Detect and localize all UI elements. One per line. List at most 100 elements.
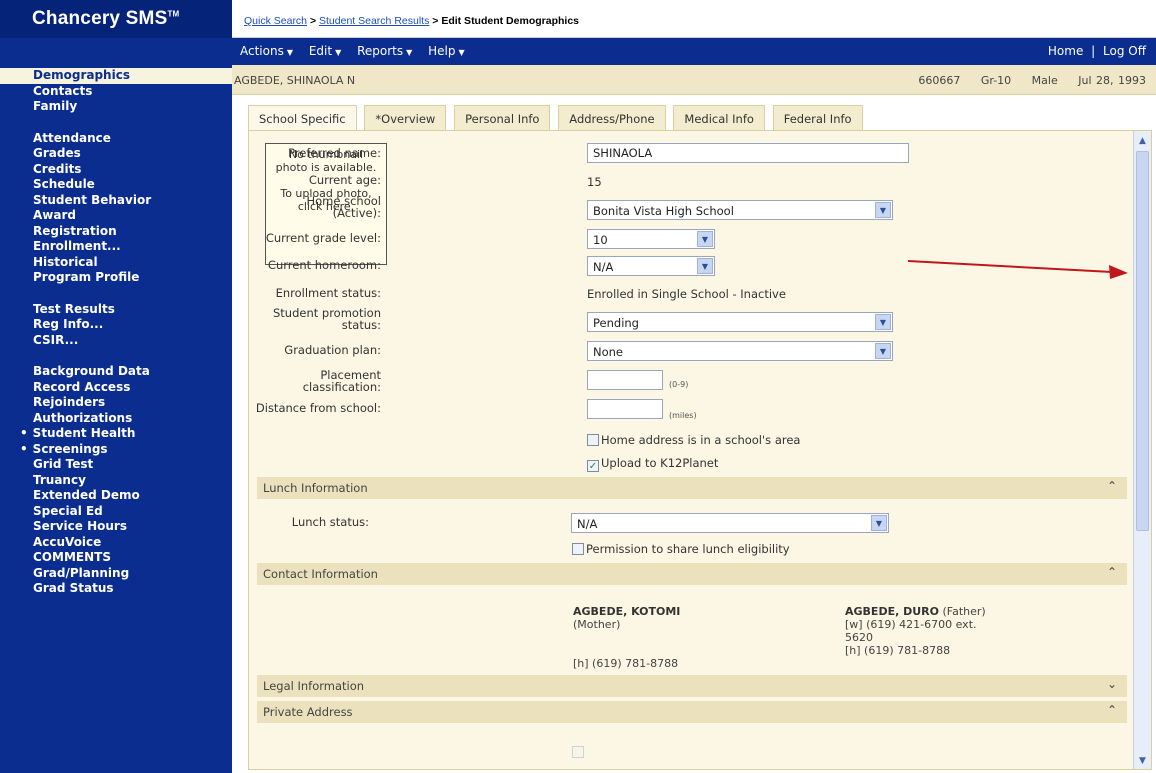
homeroom-select[interactable]: N/A ▼	[587, 256, 715, 276]
sidebar-item-service-hours[interactable]: Service Hours	[0, 519, 232, 535]
sidebar-item-student-health[interactable]: Student Health	[0, 426, 232, 442]
sidebar-item-special-ed[interactable]: Special Ed	[0, 504, 232, 520]
sidebar-item-demographics[interactable]: Demographics	[0, 68, 232, 84]
tab-strip: School Specific *Overview Personal Info …	[248, 105, 867, 131]
current-age-label: Current age:	[308, 173, 381, 187]
tab-federal-info[interactable]: Federal Info	[772, 105, 863, 131]
sidebar-item-csir[interactable]: CSIR...	[0, 333, 232, 349]
sidebar-item-historical[interactable]: Historical	[0, 255, 232, 271]
breadcrumb-student-search-results[interactable]: Student Search Results	[319, 15, 429, 27]
vertical-scrollbar[interactable]: ▲ ▼	[1133, 131, 1151, 769]
student-id: 660667	[918, 74, 961, 87]
log-off-link[interactable]: Log Off	[1103, 44, 1146, 58]
main-content: School Specific *Overview Personal Info …	[232, 95, 1156, 773]
expand-icon[interactable]: ⌄	[1107, 677, 1117, 691]
student-grade: Gr-10	[980, 74, 1012, 87]
lunch-section-header[interactable]: Lunch Information ⌃	[257, 477, 1127, 499]
tab-personal-info[interactable]: Personal Info	[454, 105, 551, 131]
k12planet-checkbox[interactable]: ✓ Upload to K12Planet	[587, 456, 718, 472]
placement-hint: (0-9)	[669, 380, 689, 389]
sidebar-item-schedule[interactable]: Schedule	[0, 177, 232, 193]
sidebar-item-comments[interactable]: COMMENTS	[0, 550, 232, 566]
scroll-down-icon[interactable]: ▼	[1136, 755, 1149, 767]
lunch-status-select[interactable]: N/A ▼	[571, 513, 889, 533]
contact-name: AGBEDE, DURO	[845, 605, 939, 618]
partial-checkbox[interactable]	[572, 745, 586, 759]
sidebar-item-attendance[interactable]: Attendance	[0, 131, 232, 147]
tab-address-phone[interactable]: Address/Phone	[558, 105, 666, 131]
menu-bar: Actions ▼ Edit ▼ Reports ▼ Help ▼ Home | Log…	[232, 38, 1156, 65]
current-age-value: 15	[587, 175, 602, 189]
contact-section-header[interactable]: Contact Information ⌃	[257, 563, 1127, 585]
grade-level-select[interactable]: 10 ▼	[587, 229, 715, 249]
sidebar-item-truancy[interactable]: Truancy	[0, 473, 232, 489]
sidebar-item-test-results[interactable]: Test Results	[0, 302, 232, 318]
breadcrumb-quick-search[interactable]: Quick Search	[244, 15, 307, 27]
breadcrumb: Quick Search > Student Search Results > …	[244, 15, 579, 27]
reports-menu[interactable]: Reports ▼	[357, 44, 412, 58]
chevron-down-icon: ▼	[875, 314, 891, 330]
sidebar-item-record-access[interactable]: Record Access	[0, 380, 232, 396]
checkmark-icon: ✓	[587, 460, 599, 472]
tab-overview[interactable]: *Overview	[364, 105, 447, 131]
sidebar-item-registration[interactable]: Registration	[0, 224, 232, 240]
sidebar-nav: Chancery SMSTM Demographics Contacts Famil…	[0, 0, 232, 773]
actions-menu[interactable]: Actions ▼	[240, 44, 293, 58]
sidebar-item-credits[interactable]: Credits	[0, 162, 232, 178]
sidebar-item-extended-demo[interactable]: Extended Demo	[0, 488, 232, 504]
share-lunch-checkbox[interactable]: Permission to share lunch eligibility	[572, 542, 790, 556]
edit-menu[interactable]: Edit ▼	[309, 44, 341, 58]
private-address-section-header[interactable]: Private Address ⌃	[257, 701, 1127, 723]
enrollment-status-value: Enrolled in Single School - Inactive	[587, 287, 786, 301]
sidebar-item-award[interactable]: Award	[0, 208, 232, 224]
legal-section-header[interactable]: Legal Information ⌄	[257, 675, 1127, 697]
home-address-checkbox[interactable]: Home address is in a school's area	[587, 433, 800, 447]
sidebar-item-grad-status[interactable]: Grad Status	[0, 581, 232, 597]
collapse-icon[interactable]: ⌃	[1107, 565, 1117, 579]
help-menu[interactable]: Help ▼	[428, 44, 465, 58]
sidebar-item-program-profile[interactable]: Program Profile	[0, 270, 232, 286]
chevron-down-icon: ▼	[875, 202, 891, 218]
student-dob: Jul 28, 1993	[1078, 74, 1146, 87]
student-gender: Male	[1031, 74, 1058, 87]
tab-school-specific[interactable]: School Specific	[248, 105, 357, 131]
graduation-plan-label: Graduation plan:	[284, 343, 381, 357]
distance-label: Distance from school:	[255, 401, 381, 415]
sidebar-item-grades[interactable]: Grades	[0, 146, 232, 162]
promotion-status-select[interactable]: Pending ▼	[587, 312, 893, 332]
sidebar-item-family[interactable]: Family	[0, 99, 232, 115]
home-school-select[interactable]: Bonita Vista High School ▼	[587, 200, 893, 220]
contact-name: AGBEDE, KOTOMI	[573, 605, 681, 618]
collapse-icon[interactable]: ⌃	[1107, 479, 1117, 493]
scroll-up-icon[interactable]: ▲	[1136, 135, 1149, 147]
sidebar-item-screenings[interactable]: Screenings	[0, 442, 232, 458]
tab-medical-info[interactable]: Medical Info	[673, 105, 765, 131]
sidebar-item-enrollment[interactable]: Enrollment...	[0, 239, 232, 255]
sidebar-item-background-data[interactable]: Background Data	[0, 364, 232, 380]
sidebar-item-accuvoice[interactable]: AccuVoice	[0, 535, 232, 551]
student-header: AGBEDE, SHINAOLA N 660667 Gr-10 Male Jul…	[232, 65, 1156, 95]
homeroom-label: Current homeroom:	[267, 258, 381, 272]
school-specific-panel: No thumbnail photo is available. To uplo…	[248, 130, 1152, 770]
sidebar-item-reg-info[interactable]: Reg Info...	[0, 317, 232, 333]
sidebar-item-contacts[interactable]: Contacts	[0, 84, 232, 100]
sidebar-item-rejoinders[interactable]: Rejoinders	[0, 395, 232, 411]
home-link[interactable]: Home	[1048, 44, 1083, 58]
scrollbar-thumb[interactable]	[1136, 151, 1149, 531]
chevron-down-icon: ▼	[875, 343, 891, 359]
breadcrumb-current: Edit Student Demographics	[441, 15, 579, 27]
chevron-down-icon: ▼	[406, 48, 413, 57]
preferred-name-input[interactable]	[587, 143, 909, 163]
distance-hint: (miles)	[669, 411, 697, 420]
sidebar-item-grad-planning[interactable]: Grad/Planning	[0, 566, 232, 582]
preferred-name-label: Preferred name:	[288, 146, 381, 160]
sidebar-item-authorizations[interactable]: Authorizations	[0, 411, 232, 427]
sidebar-item-grid-test[interactable]: Grid Test	[0, 457, 232, 473]
sidebar-item-student-behavior[interactable]: Student Behavior	[0, 193, 232, 209]
lunch-status-label: Lunch status:	[291, 515, 369, 529]
distance-input[interactable]	[587, 399, 663, 419]
graduation-plan-select[interactable]: None ▼	[587, 341, 893, 361]
checkbox-icon	[572, 543, 584, 555]
collapse-icon[interactable]: ⌃	[1107, 703, 1117, 717]
placement-input[interactable]	[587, 370, 663, 390]
